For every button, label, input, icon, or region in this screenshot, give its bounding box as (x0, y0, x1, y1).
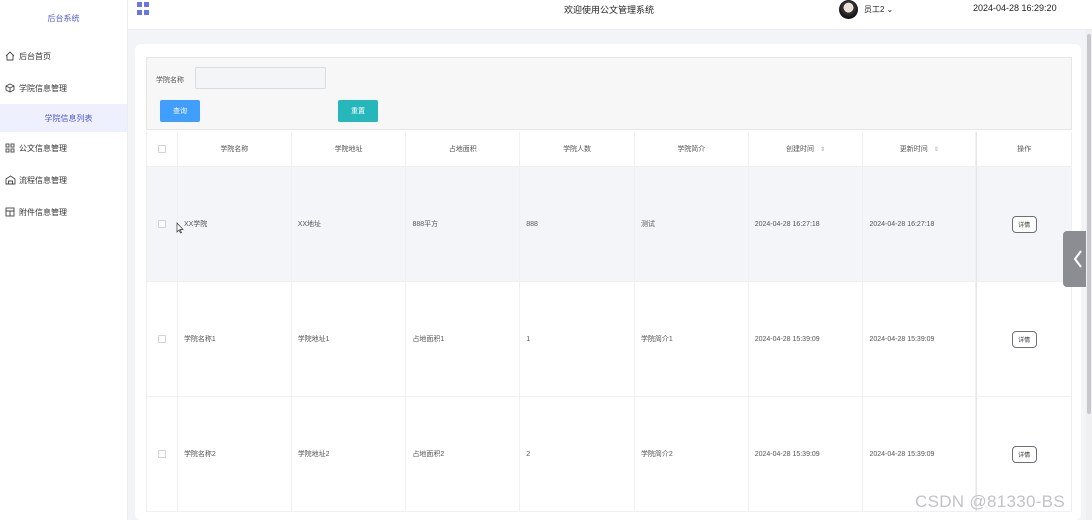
select-all-cell (147, 132, 178, 166)
sidebar-item-label: 学院信息管理 (19, 83, 67, 93)
cell-created: 2024-04-28 16:27:18 (749, 167, 864, 281)
cell-area: 占地面积2 (406, 397, 521, 511)
table-header: 学院名称 学院地址 占地面积 学院人数 学院简介 创建时间 ⇕ 更新时间 ⇕ 操作 (147, 132, 1071, 167)
cell-count: 1 (520, 282, 635, 396)
sidebar-item-label: 公文信息管理 (19, 143, 67, 153)
cell-address: 学院地址2 (292, 397, 407, 511)
sidebar: 后台系统 后台首页 学院信息管理 学院信息列表 公文信息管理 流程信息管理 附件… (0, 0, 128, 520)
college-name-input[interactable] (195, 67, 326, 89)
search-label: 学院名称 (156, 77, 184, 84)
cell-name: 学院名称2 (178, 397, 292, 511)
page-title: 欢迎使用公文管理系统 (564, 5, 655, 15)
sort-icon[interactable]: ⇕ (934, 146, 939, 153)
cell-area: 占地面积1 (406, 282, 521, 396)
cell-intro: 学院简介1 (635, 282, 749, 396)
chevron-down-icon: ⌄ (886, 5, 894, 14)
cell-action: 详情 (976, 282, 1071, 396)
table-row: XX学院 XX地址 888平方 888 测试 2024-04-28 16:27:… (147, 167, 1071, 282)
cell-name: 学院名称1 (178, 282, 292, 396)
column-header-sortable[interactable]: 创建时间 ⇕ (749, 132, 864, 166)
column-header: 学院名称 (178, 132, 292, 166)
query-button[interactable]: 查询 (160, 100, 200, 122)
sidebar-item-label: 流程信息管理 (19, 175, 67, 185)
column-header: 学院地址 (292, 132, 407, 166)
row-select-cell (147, 397, 178, 511)
sidebar-item-label: 后台首页 (19, 51, 51, 61)
cell-area: 888平方 (406, 167, 521, 281)
table-row: 学院名称1 学院地址1 占地面积1 1 学院简介1 2024-04-28 15:… (147, 282, 1071, 397)
layout-icon (4, 206, 16, 218)
column-header-sortable[interactable]: 更新时间 ⇕ (863, 132, 977, 166)
current-datetime: 2024-04-28 16:29:20 (973, 3, 1057, 13)
sidebar-item-college-list[interactable]: 学院信息列表 (0, 104, 127, 132)
sidebar-item-process-management[interactable]: 流程信息管理 (0, 164, 127, 196)
college-table: 学院名称 学院地址 占地面积 学院人数 学院简介 创建时间 ⇕ 更新时间 ⇕ 操作 … (146, 132, 1072, 512)
avatar[interactable] (839, 0, 858, 19)
sidebar-item-college-management[interactable]: 学院信息管理 (0, 72, 127, 104)
scrollbar-thumb[interactable] (1087, 34, 1091, 414)
row-select-cell (147, 167, 178, 281)
column-header-label: 创建时间 (786, 146, 815, 153)
sidebar-item-home[interactable]: 后台首页 (0, 40, 127, 72)
cell-action: 详情 (976, 167, 1071, 281)
chevron-left-icon (1073, 250, 1082, 268)
cell-address: 学院地址1 (292, 282, 407, 396)
row-select-cell (147, 282, 178, 396)
cell-name: XX学院 (178, 167, 292, 281)
cell-count: 888 (520, 167, 635, 281)
row-checkbox[interactable] (157, 450, 166, 458)
select-all-checkbox[interactable] (157, 145, 166, 153)
reset-button[interactable]: 重置 (338, 100, 378, 122)
detail-button[interactable]: 详情 (1011, 330, 1037, 348)
cube-icon (4, 82, 16, 94)
column-header: 操作 (976, 132, 1071, 166)
column-header: 学院简介 (635, 132, 749, 166)
cell-created: 2024-04-28 15:39:09 (749, 397, 864, 511)
sidebar-item-label: 学院信息列表 (44, 113, 93, 123)
sidebar-item-document-management[interactable]: 公文信息管理 (0, 132, 127, 164)
brand-title: 后台系统 (47, 13, 80, 23)
column-header: 学院人数 (520, 132, 635, 166)
cell-created: 2024-04-28 15:39:09 (749, 282, 864, 396)
watermark: CSDN @81330-BS (915, 492, 1065, 511)
home-icon (4, 50, 16, 62)
cell-address: XX地址 (292, 167, 407, 281)
column-header: 占地面积 (406, 132, 521, 166)
page-scrollbar[interactable] (1086, 30, 1092, 520)
cell-updated: 2024-04-28 16:27:18 (863, 167, 977, 281)
user-name: 员工2 (864, 5, 885, 14)
sidebar-item-attachment-management[interactable]: 附件信息管理 (0, 196, 127, 228)
row-checkbox[interactable] (157, 335, 166, 343)
building-icon (4, 174, 16, 186)
mouse-cursor-icon (176, 222, 184, 234)
cell-intro: 学院简介2 (635, 397, 749, 511)
sort-icon[interactable]: ⇕ (820, 146, 825, 153)
row-checkbox[interactable] (157, 220, 166, 228)
search-panel: 学院名称 查询 重置 (146, 57, 1072, 130)
grid-icon (4, 142, 16, 154)
cell-updated: 2024-04-28 15:39:09 (863, 282, 977, 396)
cell-intro: 测试 (635, 167, 749, 281)
detail-button[interactable]: 详情 (1011, 215, 1037, 233)
detail-button[interactable]: 详情 (1011, 445, 1037, 463)
column-header-label: 更新时间 (899, 146, 928, 153)
menu-toggle-icon[interactable] (137, 2, 150, 15)
top-header: 欢迎使用公文管理系统 员工2 ⌄ 2024-04-28 16:29:20 (128, 0, 1092, 30)
cell-count: 2 (520, 397, 635, 511)
sidebar-item-label: 附件信息管理 (19, 207, 67, 217)
user-menu[interactable]: 员工2 ⌄ (864, 4, 893, 15)
